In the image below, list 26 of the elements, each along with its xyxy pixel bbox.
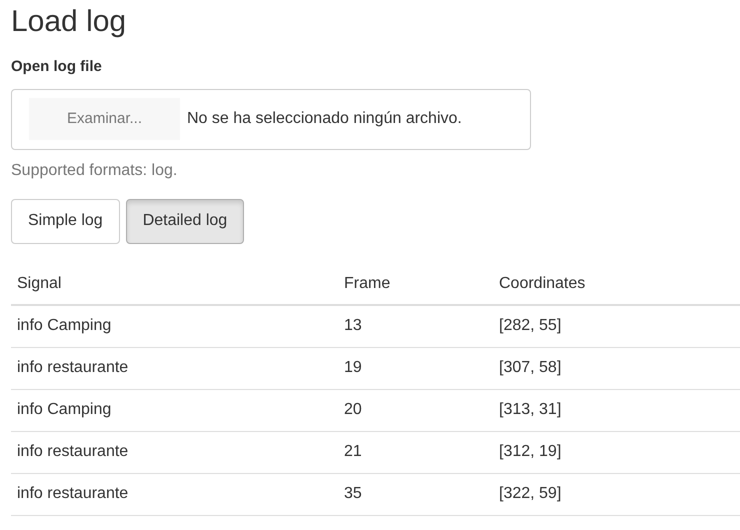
column-header: Coordinates bbox=[499, 275, 586, 292]
table-cell: info restaurante bbox=[17, 443, 128, 460]
view-button[interactable]: Detailed log bbox=[126, 198, 244, 244]
page-title: Load log bbox=[11, 4, 126, 40]
table-cell: [307, 58] bbox=[499, 359, 562, 376]
table-cell: info restaurante bbox=[17, 359, 128, 376]
table-cell: 21 bbox=[344, 443, 362, 460]
table-cell: 13 bbox=[344, 317, 362, 334]
table-cell: info Camping bbox=[17, 317, 112, 334]
table-cell: 19 bbox=[344, 359, 362, 376]
field-label: Open log file bbox=[11, 57, 102, 77]
browse-button[interactable]: Examinar... bbox=[29, 98, 180, 140]
table-cell: [322, 59] bbox=[499, 485, 562, 502]
column-header: Signal bbox=[17, 275, 62, 292]
table-cell: [313, 31] bbox=[499, 401, 562, 418]
file-input[interactable]: Examinar... No se ha seleccionado ningún archivo. bbox=[11, 88, 531, 150]
view-button[interactable]: Simple log bbox=[11, 198, 120, 244]
table-cell: 35 bbox=[344, 485, 362, 502]
table-cell: [282, 55] bbox=[499, 317, 562, 334]
table-cell: info restaurante bbox=[17, 485, 128, 502]
column-header: Frame bbox=[344, 275, 390, 292]
table-cell: [312, 19] bbox=[499, 443, 562, 460]
file-status: No se ha seleccionado ningún archivo. bbox=[187, 109, 462, 129]
table-cell: info Camping bbox=[17, 401, 112, 418]
table-cell: 20 bbox=[344, 401, 362, 418]
help-text: Supported formats: log. bbox=[11, 160, 178, 180]
